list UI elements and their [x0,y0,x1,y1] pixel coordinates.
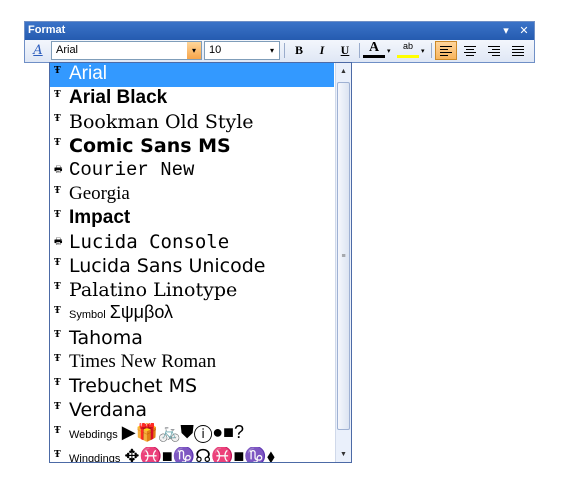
truetype-font-icon: Ŧ [54,354,61,364]
font-color-button[interactable]: A [363,40,385,58]
font-name-label: Lucida Console [69,231,230,253]
font-name-label: Wingdings ✥♓■♑☊♓■♑⬧ [69,447,275,463]
font-list-item[interactable]: Ŧ Comic Sans MS [50,135,334,159]
align-center-icon [464,45,476,56]
format-toolbar: Format ▾ ✕ A Arial ▾ 10 ▾ B I U A ▾ ab ▾ [24,21,535,63]
printer-font-icon: 🖶 [54,164,63,174]
truetype-font-icon: Ŧ [54,378,61,388]
truetype-font-icon: Ŧ [54,450,61,460]
font-list-item[interactable]: Ŧ Impact [50,207,334,231]
font-list-item[interactable]: 🖶 Lucida Console [50,231,334,255]
font-list-item[interactable]: Ŧ Verdana [50,399,334,423]
underline-button[interactable]: U [334,41,356,60]
font-list-item[interactable]: Ŧ Arial Black [50,87,334,111]
truetype-font-icon: Ŧ [54,210,61,220]
font-dropdown-list: Ŧ Arial Ŧ Arial Black Ŧ Bookman Old Style Ŧ Com… [49,62,352,463]
font-name-label: Comic Sans MS [69,135,231,157]
font-dropdown-button[interactable]: ▾ [187,42,201,59]
scroll-up-icon[interactable]: ▲ [336,63,351,79]
scrollbar[interactable]: ▲ ≡ ▼ [335,63,351,462]
toolbar-separator [284,43,285,58]
font-name-label: Lucida Sans Unicode [69,255,266,277]
truetype-font-icon: Ŧ [54,402,61,412]
font-list-item[interactable]: Ŧ Trebuchet MS [50,375,334,399]
toolbar-separator [431,43,432,58]
font-color-dropdown-icon[interactable]: ▾ [387,47,391,55]
truetype-font-icon: Ŧ [54,258,61,268]
truetype-font-icon: Ŧ [54,90,61,100]
font-name-label: Symbol Σψμβολ [69,303,174,322]
align-center-button[interactable] [459,41,481,60]
truetype-font-icon: Ŧ [54,330,61,340]
font-name-label: Verdana [69,399,148,421]
justify-button[interactable] [507,41,529,60]
font-name-combo[interactable]: Arial ▾ [51,41,202,60]
align-right-button[interactable] [483,41,505,60]
font-size-combo[interactable]: 10 ▾ [204,41,280,60]
font-list-item[interactable]: Ŧ Palatino Linotype [50,279,334,303]
font-name-label: Arial [69,63,108,84]
font-list-item[interactable]: Ŧ Bookman Old Style [50,111,334,135]
styles-icon[interactable]: A [28,42,48,59]
font-list-item[interactable]: 🖶 Courier New [50,159,334,183]
font-name-label: Bookman Old Style [69,111,254,133]
align-left-icon [440,45,452,56]
font-name-label: Courier New [69,159,195,181]
font-list-item[interactable]: Ŧ Times New Roman [50,351,334,375]
toolbar-controls: A Arial ▾ 10 ▾ B I U A ▾ ab ▾ [25,40,534,62]
font-sample: Σψμβολ [109,303,174,322]
printer-font-icon: 🖶 [54,236,63,246]
align-left-button[interactable] [435,41,457,60]
font-name-label: Times New Roman [69,351,217,372]
highlight-button[interactable]: ab [397,41,419,58]
bold-button[interactable]: B [288,41,310,60]
font-list: Ŧ Arial Ŧ Arial Black Ŧ Bookman Old Style Ŧ Com… [50,63,334,463]
font-name-label: Webdings ▶🎁🚲⛊ⓘ●■? [69,423,245,442]
scrollbar-thumb[interactable]: ≡ [337,82,350,430]
truetype-font-icon: Ŧ [54,306,61,316]
font-sample: ✥♓■♑☊♓■♑⬧ [124,447,275,463]
justify-icon [512,45,524,56]
font-name-label: Georgia [69,183,130,204]
font-name-value: Arial [56,44,79,56]
font-list-item[interactable]: Ŧ Georgia [50,183,334,207]
toolbar-separator [359,43,360,58]
truetype-font-icon: Ŧ [54,138,61,148]
font-name-label: Palatino Linotype [69,279,238,301]
scroll-down-icon[interactable]: ▼ [336,446,351,462]
font-sample: ▶🎁🚲⛊ⓘ●■? [121,423,245,442]
truetype-font-icon: Ŧ [54,186,61,196]
toolbar-options-icon[interactable]: ▾ [498,23,514,38]
font-list-item[interactable]: Ŧ Lucida Sans Unicode [50,255,334,279]
toolbar-title: Format [28,24,66,36]
close-icon[interactable]: ✕ [516,23,532,38]
font-list-item[interactable]: Ŧ Webdings ▶🎁🚲⛊ⓘ●■? [50,423,334,447]
font-name-label: Tahoma [69,327,143,349]
highlight-dropdown-icon[interactable]: ▾ [421,47,425,55]
font-list-item[interactable]: Ŧ Tahoma [50,327,334,351]
font-size-value: 10 [209,44,222,56]
font-list-item[interactable]: Ŧ Wingdings ✥♓■♑☊♓■♑⬧ [50,447,334,463]
truetype-font-icon: Ŧ [54,66,61,76]
truetype-font-icon: Ŧ [54,426,61,436]
font-list-item[interactable]: Ŧ Symbol Σψμβολ [50,303,334,327]
font-name-label: Impact [69,207,131,228]
italic-button[interactable]: I [311,41,333,60]
font-name-label: Arial Black [69,87,168,108]
align-right-icon [488,45,500,56]
truetype-font-icon: Ŧ [54,282,61,292]
font-name-label: Trebuchet MS [69,375,198,397]
toolbar-titlebar[interactable]: Format ▾ ✕ [25,22,534,40]
font-list-item[interactable]: Ŧ Arial [50,63,334,87]
font-size-dropdown-button[interactable]: ▾ [265,42,279,59]
truetype-font-icon: Ŧ [54,114,61,124]
